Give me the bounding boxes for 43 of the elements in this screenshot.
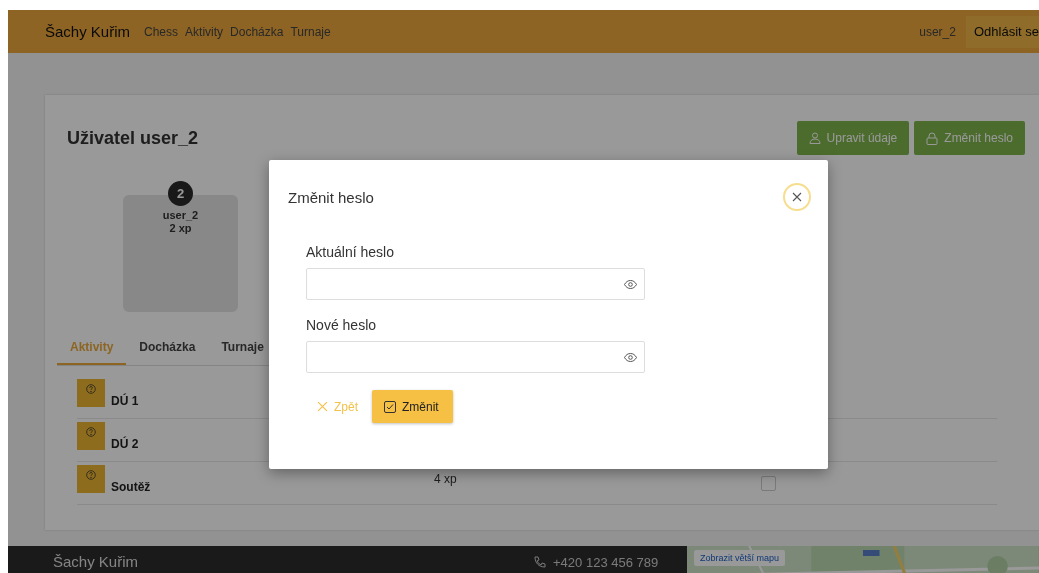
activity-name: DÚ 2	[111, 437, 140, 451]
footer-brand: Šachy Kuřim	[53, 553, 139, 571]
checkbox-icon	[384, 400, 396, 413]
edit-profile-button[interactable]: Upravit údaje	[796, 121, 910, 155]
field-label: Nové heslo	[306, 317, 378, 333]
larger-map-link[interactable]: Zobrazit větší mapu	[694, 550, 786, 566]
phone-number: +420 123 456 789	[553, 555, 659, 571]
nav-link[interactable]: Turnaje	[290, 24, 331, 39]
player-xp: 2 xp	[169, 222, 192, 235]
activity-xp: 4 xp	[434, 472, 458, 486]
nav-link[interactable]: Aktivity	[185, 24, 224, 39]
activity-name: Soutěž	[111, 480, 151, 494]
cross-icon	[317, 401, 328, 412]
close-button[interactable]	[783, 183, 811, 211]
lock-icon	[926, 131, 939, 145]
player-name: user_2	[162, 209, 199, 222]
logout-button[interactable]: Odhlásit se	[965, 15, 1039, 48]
password-field[interactable]	[306, 268, 645, 300]
tab[interactable]: Aktivity	[57, 340, 127, 365]
change-password-button[interactable]: Změnit heslo	[914, 121, 1025, 155]
help-icon[interactable]	[77, 422, 105, 450]
close-icon	[792, 192, 802, 202]
help-icon[interactable]	[77, 465, 105, 493]
tab[interactable]: Turnaje	[208, 340, 277, 365]
username[interactable]: user_2	[919, 24, 956, 39]
back-button[interactable]: Zpět	[306, 399, 369, 414]
eye-icon[interactable]	[624, 279, 637, 289]
eye-icon[interactable]	[624, 352, 637, 362]
dialog-title: Změnit heslo	[288, 188, 374, 206]
submit-button[interactable]: Změnit	[372, 390, 453, 423]
nav-link[interactable]: Chess	[144, 24, 179, 39]
rank-badge: 2	[168, 181, 193, 206]
completed-checkbox[interactable]	[761, 475, 776, 491]
help-icon[interactable]	[77, 379, 105, 407]
page-title: Uživatel user_2	[67, 127, 200, 149]
password-field[interactable]	[306, 341, 645, 373]
tab[interactable]: Docházka	[126, 340, 209, 365]
field-label: Aktuální heslo	[306, 244, 395, 260]
activity-name: DÚ 1	[111, 394, 140, 408]
nav-link[interactable]: Docházka	[230, 24, 284, 39]
phone-icon	[533, 555, 548, 569]
site-brand[interactable]: Šachy Kuřim	[45, 23, 131, 40]
person-icon	[808, 132, 821, 144]
